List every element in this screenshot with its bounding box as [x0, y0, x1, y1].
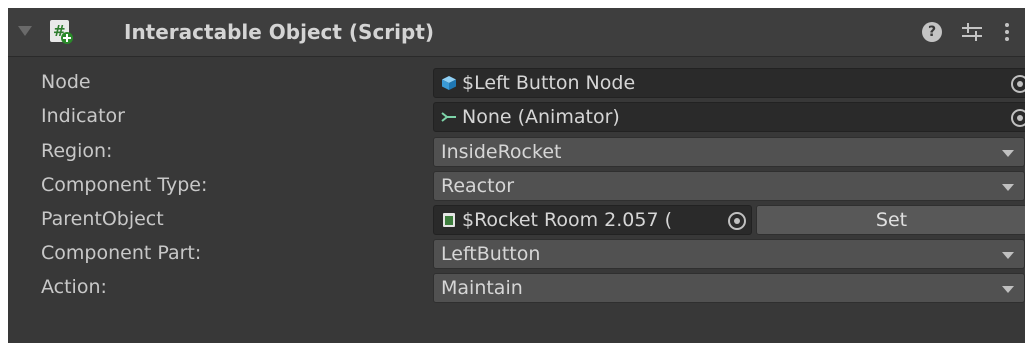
component-part-value: LeftButton — [441, 243, 541, 265]
indicator-row: Indicator None (Animator) — [8, 99, 1025, 133]
component-title: Interactable Object (Script) — [124, 20, 435, 44]
animator-icon — [441, 112, 456, 122]
component-type-value: Reactor — [441, 175, 515, 197]
gameobject-cube-icon — [442, 76, 456, 90]
preset-icon[interactable] — [960, 21, 984, 43]
object-picker-icon[interactable] — [1011, 75, 1025, 93]
component-type-row: Component Type: Reactor — [8, 168, 1025, 202]
kebab-menu-icon[interactable] — [1003, 21, 1011, 43]
script-icon: # — [50, 20, 73, 44]
region-label: Region: — [41, 140, 113, 162]
node-row: Node $Left Button Node — [8, 65, 1025, 99]
component-header[interactable]: # Interactable Object (Script) ? — [8, 8, 1025, 57]
region-dropdown[interactable]: InsideRocket — [433, 137, 1025, 167]
component-part-row: Component Part: LeftButton — [8, 236, 1025, 270]
action-value: Maintain — [441, 277, 523, 299]
parent-object-label: ParentObject — [41, 208, 164, 230]
chevron-down-icon — [1002, 286, 1014, 293]
region-row: Region: InsideRocket — [8, 134, 1025, 168]
node-label: Node — [41, 71, 91, 93]
chevron-down-icon — [1002, 252, 1014, 259]
component-type-dropdown[interactable]: Reactor — [433, 171, 1025, 201]
inspector-component-panel: # Interactable Object (Script) ? Node $L… — [8, 8, 1025, 343]
chevron-down-icon — [1002, 184, 1014, 191]
indicator-value: None (Animator) — [462, 106, 620, 128]
node-object-field[interactable]: $Left Button Node — [433, 68, 1025, 98]
indicator-object-field[interactable]: None (Animator) — [433, 102, 1025, 132]
parent-object-row: ParentObject $Rocket Room 2.057 ( Set — [8, 202, 1025, 236]
parent-object-field[interactable]: $Rocket Room 2.057 ( — [433, 205, 752, 235]
component-type-label: Component Type: — [41, 174, 208, 196]
region-value: InsideRocket — [441, 141, 562, 163]
object-picker-icon[interactable] — [1011, 109, 1025, 127]
indicator-label: Indicator — [41, 105, 125, 127]
help-icon[interactable]: ? — [922, 22, 942, 42]
prefab-asset-icon — [443, 213, 455, 227]
action-dropdown[interactable]: Maintain — [433, 273, 1025, 303]
node-value: $Left Button Node — [462, 72, 636, 94]
set-button[interactable]: Set — [756, 205, 1025, 235]
action-label: Action: — [41, 276, 107, 298]
component-part-dropdown[interactable]: LeftButton — [433, 239, 1025, 269]
chevron-down-icon — [1002, 150, 1014, 157]
object-picker-icon[interactable] — [728, 212, 746, 230]
foldout-triangle-icon[interactable] — [18, 26, 32, 36]
component-part-label: Component Part: — [41, 242, 202, 264]
action-row: Action: Maintain — [8, 270, 1025, 304]
parent-object-value: $Rocket Room 2.057 ( — [462, 209, 673, 231]
